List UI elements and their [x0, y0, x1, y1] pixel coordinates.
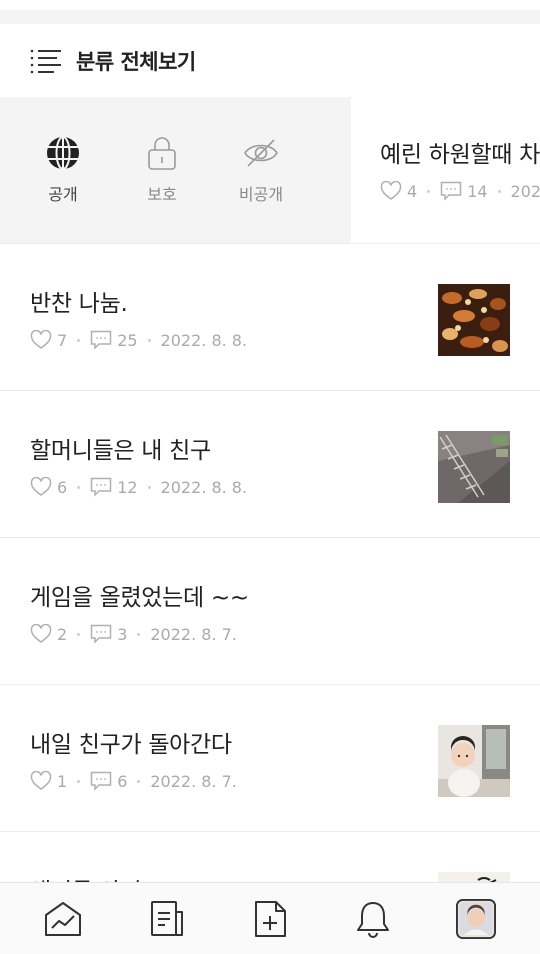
swiped-post[interactable]: 예린 하원할때 차 4 14 2022	[380, 135, 540, 201]
post-meta: 1 6 2022. 8. 7.	[30, 771, 237, 791]
post-text: 할머니들은 내 친구 6 12 2022. 8. 8.	[30, 431, 247, 497]
post-date: 2022. 8. 8.	[160, 477, 248, 497]
stats-icon	[45, 902, 81, 936]
top-band	[0, 10, 540, 24]
post-title: 반찬 나눔.	[30, 291, 128, 317]
bell-icon	[357, 902, 389, 938]
nav-stats-button[interactable]	[43, 899, 83, 939]
meta-separator	[497, 189, 501, 193]
globe-icon	[47, 136, 79, 170]
visibility-private-label: 비공개	[238, 185, 284, 204]
posts-icon	[151, 901, 183, 936]
bottom-navigation	[0, 882, 540, 954]
post-date: 2022	[510, 181, 540, 201]
comment-icon	[90, 330, 112, 350]
comment-icon	[90, 771, 112, 791]
food-thumbnail	[438, 284, 510, 356]
comment-count: 25	[117, 330, 138, 350]
comment-count: 12	[117, 477, 138, 497]
heart-icon	[380, 181, 402, 200]
nav-notifications-button[interactable]	[353, 899, 393, 939]
post-meta: 7 25 2022. 8. 8.	[30, 330, 247, 350]
visibility-private-button[interactable]: 비공개	[211, 135, 311, 205]
category-bar[interactable]: 분류 전체보기	[0, 24, 540, 97]
like-count: 2	[57, 624, 68, 644]
comment-count: 14	[467, 181, 488, 201]
post-item[interactable]: 반찬 나눔. 7 25 2022. 8. 8.	[0, 243, 540, 390]
balcony-thumbnail	[438, 431, 510, 503]
meta-separator	[137, 632, 141, 636]
like-count: 6	[57, 477, 68, 497]
meta-separator	[77, 338, 81, 342]
nav-profile-button[interactable]	[456, 899, 496, 939]
post-text: 반찬 나눔. 7 25 2022. 8. 8.	[30, 284, 247, 350]
post-date: 2022. 8. 7.	[150, 624, 237, 644]
like-count: 4	[407, 181, 418, 201]
heart-icon	[30, 330, 52, 349]
meta-separator	[427, 189, 431, 193]
comment-icon	[90, 624, 112, 644]
comment-count: 6	[117, 771, 128, 791]
comment-icon	[440, 181, 462, 201]
post-meta: 6 12 2022. 8. 8.	[30, 477, 247, 497]
meta-separator	[77, 779, 81, 783]
post-title: 내일 친구가 돌아간다	[30, 732, 232, 758]
heart-icon	[30, 771, 52, 790]
post-meta: 2 3 2022. 8. 7.	[30, 624, 249, 644]
swiped-post-row[interactable]: 공개 보호 비공개 예린 하원할때 차 4 14 202	[0, 97, 540, 243]
meta-separator	[77, 632, 81, 636]
post-title: 예린 하원할때 차	[380, 142, 540, 168]
post-item[interactable]: 내일 친구가 돌아간다 1 6 2022. 8. 7.	[0, 684, 540, 831]
post-text: 게임을 올렸었는데 ~~ 2 3 2022. 8. 7.	[30, 578, 249, 644]
category-label: 분류 전체보기	[76, 49, 196, 74]
meta-separator	[147, 485, 151, 489]
child-thumbnail	[438, 725, 510, 797]
post-title: 게임을 올렸었는데 ~~	[30, 585, 249, 611]
post-title: 할머니들은 내 친구	[30, 438, 211, 464]
list-menu-icon	[30, 49, 61, 73]
like-count: 1	[57, 771, 68, 791]
visibility-public-label: 공개	[48, 185, 78, 204]
post-meta: 4 14 2022	[380, 181, 540, 201]
post-text: 내일 친구가 돌아간다 1 6 2022. 8. 7.	[30, 725, 237, 791]
meta-separator	[147, 338, 151, 342]
heart-icon	[30, 477, 52, 496]
heart-icon	[30, 624, 52, 643]
visibility-protected-button[interactable]: 보호	[112, 135, 212, 205]
nav-posts-button[interactable]	[147, 899, 187, 939]
meta-separator	[77, 485, 81, 489]
post-item[interactable]: 할머니들은 내 친구 6 12 2022. 8. 8.	[0, 390, 540, 537]
eye-off-icon	[244, 139, 278, 167]
post-item[interactable]: 게임을 올렸었는데 ~~ 2 3 2022. 8. 7.	[0, 537, 540, 684]
post-date: 2022. 8. 8.	[160, 330, 248, 350]
new-post-icon	[255, 901, 286, 937]
post-list: 반찬 나눔. 7 25 2022. 8. 8. 할머니들은 내 친구 6 12 …	[0, 243, 540, 954]
lock-icon	[148, 137, 176, 170]
nav-new-post-button[interactable]	[250, 899, 290, 939]
like-count: 7	[57, 330, 68, 350]
comment-count: 3	[117, 624, 128, 644]
post-date: 2022. 8. 7.	[150, 771, 237, 791]
meta-separator	[137, 779, 141, 783]
visibility-panel: 공개 보호 비공개	[0, 97, 351, 243]
top-strip	[0, 0, 540, 24]
visibility-public-button[interactable]: 공개	[13, 135, 113, 205]
visibility-protected-label: 보호	[147, 185, 177, 204]
profile-avatar	[456, 899, 496, 939]
comment-icon	[90, 477, 112, 497]
